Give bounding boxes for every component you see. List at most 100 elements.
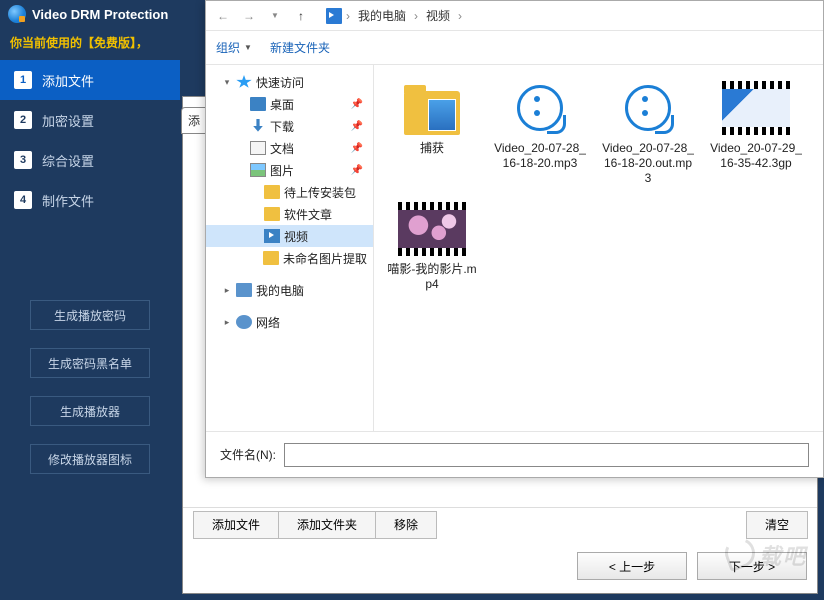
nav-step-label: 加密设置 xyxy=(42,111,94,130)
file-open-dialog: ← → ▼ ↑ › 我的电脑 › 视频 › 组织 ▼ 新建文件夹 ▾ 快速访问 … xyxy=(205,0,824,478)
tree-node-label: 我的电脑 xyxy=(256,282,304,299)
nav-step-3[interactable]: 3 综合设置 xyxy=(0,140,180,180)
tree-node-label: 文档 xyxy=(270,140,294,157)
nav-forward-icon: → xyxy=(238,5,260,27)
nav-step-label: 添加文件 xyxy=(42,71,94,90)
file-grid: 捕获 Video_20-07-28_16-18-20.mp3 Video_20-07… xyxy=(374,65,823,431)
organize-menu[interactable]: 组织 ▼ xyxy=(216,39,252,56)
tree-node-video-7[interactable]: 视频 xyxy=(206,225,373,247)
prev-step-button[interactable]: < 上一步 xyxy=(577,552,687,580)
audio-icon xyxy=(625,85,671,131)
breadcrumb-my-pc[interactable]: 我的电脑 xyxy=(354,7,410,24)
folder-tree: ▾ 快速访问 桌面 📌 下载 📌 文档 📌 图片 📌 待上传安装包 软件文章 视… xyxy=(206,65,374,431)
pin-icon: 📌 xyxy=(351,143,363,154)
tree-node-label: 桌面 xyxy=(270,96,294,113)
filename-row: 文件名(N): xyxy=(206,431,823,477)
file-item-0[interactable]: 捕获 xyxy=(382,75,482,190)
next-step-button[interactable]: 下一步 > xyxy=(697,552,807,580)
pin-icon: 📌 xyxy=(351,99,363,110)
desktop-icon xyxy=(250,97,266,111)
tree-node-folder-8[interactable]: 未命名图片提取 xyxy=(206,247,373,269)
tree-node-label: 未命名图片提取 xyxy=(283,250,367,267)
nav-step-label: 综合设置 xyxy=(42,151,94,170)
tree-node-doc-3[interactable]: 文档 📌 xyxy=(206,137,373,159)
dialog-toolbar: 组织 ▼ 新建文件夹 xyxy=(206,31,823,65)
tree-node-label: 快速访问 xyxy=(256,74,304,91)
breadcrumb-videos[interactable]: 视频 xyxy=(422,7,454,24)
nav-step-1[interactable]: 1 添加文件 xyxy=(0,60,180,100)
pic-icon xyxy=(250,163,266,177)
add-folder-button[interactable]: 添加文件夹 xyxy=(278,511,376,539)
tree-toggle-icon[interactable]: ▾ xyxy=(222,77,232,88)
dialog-navbar: ← → ▼ ↑ › 我的电脑 › 视频 › xyxy=(206,1,823,31)
tree-node-pc-9[interactable]: ▸ 我的电脑 xyxy=(206,279,373,301)
tree-node-label: 视频 xyxy=(284,228,308,245)
side-button-3[interactable]: 修改播放器图标 xyxy=(30,444,150,474)
organize-label: 组织 xyxy=(216,39,240,56)
folder-icon xyxy=(404,91,460,135)
tree-node-label: 图片 xyxy=(270,162,294,179)
side-button-0[interactable]: 生成播放密码 xyxy=(30,300,150,330)
video-thumb-icon xyxy=(722,81,790,135)
file-item-2[interactable]: Video_20-07-28_16-18-20.out.mp3 xyxy=(598,75,698,190)
file-item-1[interactable]: Video_20-07-28_16-18-20.mp3 xyxy=(490,75,590,190)
file-label: 喵影-我的影片.mp4 xyxy=(386,262,478,292)
file-label: 捕获 xyxy=(420,141,444,156)
star-icon xyxy=(236,75,252,89)
chevron-down-icon: ▼ xyxy=(244,43,252,52)
nav-step-4[interactable]: 4制作文件 xyxy=(0,180,180,220)
file-item-3[interactable]: Video_20-07-29_16-35-42.3gp xyxy=(706,75,806,190)
tree-node-folder-6[interactable]: 软件文章 xyxy=(206,203,373,225)
nav-recent-dropdown-icon[interactable]: ▼ xyxy=(264,5,286,27)
app-logo-icon xyxy=(8,5,26,23)
clear-button[interactable]: 清空 xyxy=(746,511,808,539)
remove-button[interactable]: 移除 xyxy=(375,511,437,539)
filename-input[interactable] xyxy=(284,443,809,467)
nav-up-icon[interactable]: ↑ xyxy=(290,5,312,27)
tree-node-label: 下载 xyxy=(270,118,294,135)
crumb-sep-icon: › xyxy=(458,9,462,23)
net-icon xyxy=(236,315,252,329)
app-title: Video DRM Protection xyxy=(32,7,168,22)
nav-step-number: 1 xyxy=(14,71,32,89)
new-folder-button[interactable]: 新建文件夹 xyxy=(270,39,330,56)
tree-node-download-2[interactable]: 下载 📌 xyxy=(206,115,373,137)
tree-node-net-10[interactable]: ▸ 网络 xyxy=(206,311,373,333)
crumb-sep-icon: › xyxy=(346,9,350,23)
video-icon xyxy=(264,229,280,243)
side-buttons: 生成播放密码生成密码黑名单生成播放器修改播放器图标 xyxy=(30,300,150,474)
tree-node-star-0[interactable]: ▾ 快速访问 xyxy=(206,71,373,93)
tree-node-folder-5[interactable]: 待上传安装包 xyxy=(206,181,373,203)
tree-toggle-icon[interactable]: ▸ xyxy=(222,317,232,328)
download-icon xyxy=(250,119,266,133)
pin-icon: 📌 xyxy=(351,165,363,176)
file-label: Video_20-07-29_16-35-42.3gp xyxy=(710,141,802,171)
tree-toggle-icon[interactable]: ▸ xyxy=(222,285,232,296)
tree-node-pic-4[interactable]: 图片 📌 xyxy=(206,159,373,181)
folder-icon xyxy=(264,185,280,199)
nav-step-2[interactable]: 2加密设置 xyxy=(0,100,180,140)
tree-node-desktop-1[interactable]: 桌面 📌 xyxy=(206,93,373,115)
nav-step-number: 3 xyxy=(14,151,32,169)
side-button-2[interactable]: 生成播放器 xyxy=(30,396,150,426)
audio-icon xyxy=(517,85,563,131)
pc-icon xyxy=(236,283,252,297)
nav-back-icon[interactable]: ← xyxy=(212,5,234,27)
sidebar-nav: 1 添加文件 2加密设置 3 综合设置 4制作文件 xyxy=(0,60,180,220)
file-item-4[interactable]: 喵影-我的影片.mp4 xyxy=(382,196,482,296)
step-row: < 上一步 下一步 > xyxy=(183,549,817,583)
tab-add-files[interactable]: 添 xyxy=(181,107,206,134)
doc-icon xyxy=(250,141,266,155)
file-label: Video_20-07-28_16-18-20.out.mp3 xyxy=(602,141,694,186)
file-label: Video_20-07-28_16-18-20.mp3 xyxy=(494,141,586,171)
add-file-button[interactable]: 添加文件 xyxy=(193,511,279,539)
side-button-1[interactable]: 生成密码黑名单 xyxy=(30,348,150,378)
filename-label: 文件名(N): xyxy=(220,446,276,463)
folder-icon xyxy=(264,207,280,221)
video-thumb-icon xyxy=(398,202,466,256)
tree-node-label: 待上传安装包 xyxy=(284,184,356,201)
folder-icon xyxy=(263,251,279,265)
crumb-sep-icon: › xyxy=(414,9,418,23)
video-location-icon xyxy=(326,8,342,24)
action-row: 添加文件 添加文件夹 移除 清空 xyxy=(183,507,817,541)
